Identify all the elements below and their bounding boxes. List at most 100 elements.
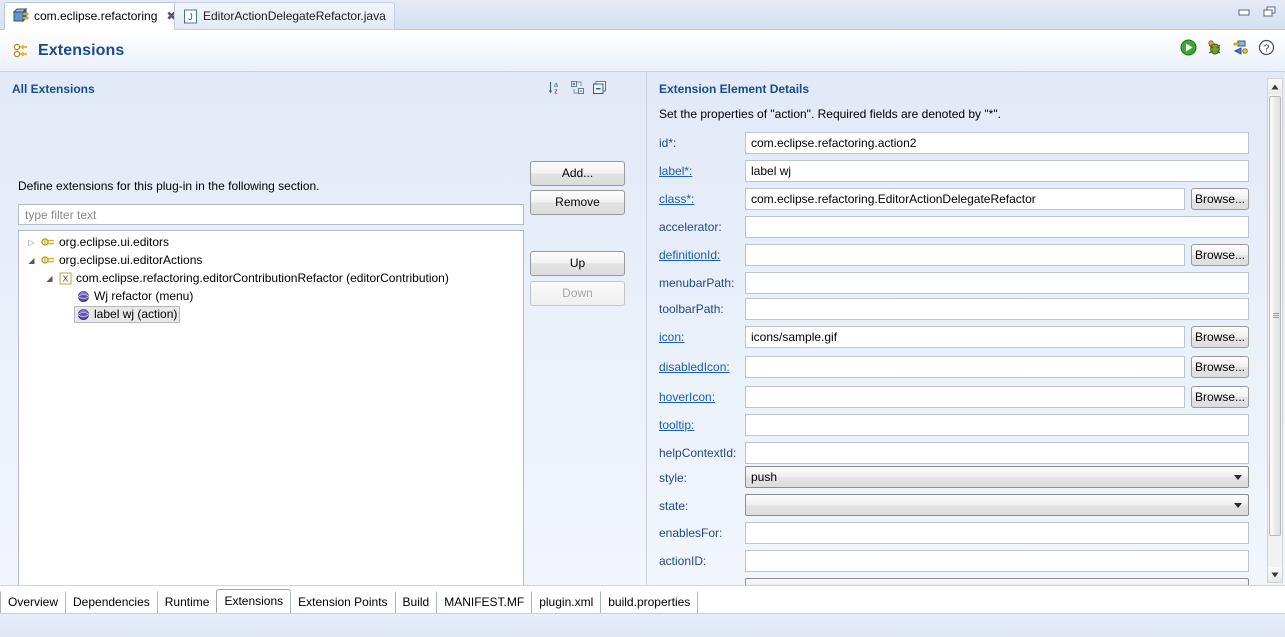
field-label-disabledicon[interactable]: disabledIcon: (659, 360, 730, 374)
scrollbar-grip-icon (1273, 312, 1279, 320)
tab-build-properties[interactable]: build.properties (600, 591, 699, 613)
browse-button-definitionid[interactable]: Browse... (1191, 244, 1249, 266)
field-label-helpcontextid: helpContextId: (659, 446, 737, 460)
extension-element-details-section: Extension Element Details Set the proper… (650, 72, 1285, 592)
editor-tab-plugin[interactable]: com.eclipse.refactoring ✖ (4, 2, 186, 30)
field-label-actionid: actionID: (659, 554, 707, 568)
extensions-tree[interactable]: org.eclipse.ui.editors org.eclipse (18, 230, 524, 637)
editor-tab-label: com.eclipse.refactoring (34, 9, 158, 23)
all-extensions-section: All Extensions a z Define extensions for… (0, 72, 645, 637)
chevron-down-icon[interactable] (25, 256, 38, 265)
scroll-down-icon[interactable] (1268, 567, 1282, 582)
scroll-up-icon[interactable] (1268, 79, 1282, 94)
field-label-menubarpath: menubarPath: (659, 276, 735, 290)
tree-item-wj-refactor-menu[interactable]: Wj refactor (menu) (19, 287, 523, 305)
editor-tab-java-file[interactable]: J EditorActionDelegateRefactor.java (174, 2, 395, 30)
window-controls (1237, 6, 1277, 21)
editor-tab-label: EditorActionDelegateRefactor.java (203, 9, 386, 23)
tab-extension-points[interactable]: Extension Points (290, 591, 396, 613)
chevron-down-icon (1234, 475, 1242, 480)
scrollbar-thumb[interactable] (1269, 96, 1281, 536)
details-vertical-scrollbar[interactable] (1267, 78, 1283, 583)
field-input-icon[interactable]: icons/sample.gif (745, 326, 1185, 348)
up-button[interactable]: Up (530, 251, 625, 276)
field-input-label[interactable]: label wj (745, 160, 1249, 182)
field-combo-style-value: push (751, 470, 778, 484)
minimize-icon[interactable] (1237, 7, 1251, 21)
browse-button-class[interactable]: Browse... (1191, 188, 1249, 210)
svg-text:?: ? (1264, 43, 1270, 54)
field-label-enablesfor: enablesFor: (659, 526, 723, 540)
tree-item-label: org.eclipse.ui.editorActions (59, 253, 203, 267)
down-button: Down (530, 281, 625, 306)
svg-text:J: J (188, 12, 193, 22)
add-button[interactable]: Add... (530, 161, 625, 186)
java-file-icon: J (183, 9, 198, 24)
form-header-toolbar: ? (1180, 39, 1275, 56)
extension-point-icon (41, 236, 55, 248)
pane-divider[interactable] (646, 72, 647, 585)
tree-item-label: label wj (action) (94, 307, 178, 321)
field-input-menubarpath[interactable] (745, 272, 1249, 294)
tab-runtime[interactable]: Runtime (156, 591, 218, 613)
run-icon[interactable] (1180, 39, 1197, 56)
page-title: Extensions (38, 41, 125, 59)
tree-item-org-eclipse-ui-editoractions[interactable]: org.eclipse.ui.editorActions (19, 251, 523, 269)
field-label-definitionid[interactable]: definitionId: (659, 248, 720, 262)
page-tab-bar: Overview Dependencies Runtime Extensions… (0, 585, 1285, 613)
tab-build[interactable]: Build (394, 591, 438, 613)
filter-placeholder: type filter text (25, 207, 97, 222)
status-bar (0, 613, 1285, 637)
filter-input[interactable]: type filter text (18, 204, 524, 225)
field-input-helpcontextid[interactable] (745, 442, 1249, 464)
help-icon[interactable]: ? (1258, 39, 1275, 56)
xml-element-icon: X (59, 272, 72, 285)
chevron-right-icon[interactable] (25, 238, 38, 247)
tab-plugin-xml[interactable]: plugin.xml (531, 591, 602, 613)
field-input-accelerator[interactable] (745, 216, 1249, 238)
remove-button[interactable]: Remove (530, 190, 625, 215)
right-section-title: Extension Element Details (659, 82, 810, 96)
left-section-title: All Extensions (12, 82, 95, 96)
tree-item-editorcontribution[interactable]: X com.eclipse.refactoring.editorContribu… (19, 269, 523, 287)
field-input-disabledicon[interactable] (745, 356, 1185, 378)
tab-manifest-mf[interactable]: MANIFEST.MF (436, 591, 533, 613)
browse-button-disabledicon[interactable]: Browse... (1191, 356, 1249, 378)
tab-dependencies[interactable]: Dependencies (65, 591, 158, 613)
tab-overview[interactable]: Overview (0, 591, 67, 613)
maximize-icon[interactable] (1263, 6, 1277, 21)
tab-extensions[interactable]: Extensions (216, 589, 292, 613)
eclipse-pde-editor: com.eclipse.refactoring ✖ J EditorAction… (0, 0, 1285, 637)
export-plugin-icon[interactable] (1232, 39, 1249, 56)
sort-az-icon[interactable]: a z (548, 80, 563, 96)
field-label-id: id*: (659, 136, 677, 150)
left-section-toolbar: a z (548, 80, 607, 96)
field-label-label[interactable]: label*: (659, 164, 692, 178)
chevron-down-icon[interactable] (43, 274, 56, 283)
browse-button-icon[interactable]: Browse... (1191, 326, 1249, 348)
field-input-hovericon[interactable] (745, 386, 1185, 408)
field-input-id[interactable]: com.eclipse.refactoring.action2 (745, 132, 1249, 154)
form-header: Extensions ? (0, 30, 1285, 72)
field-input-enablesfor[interactable] (745, 522, 1249, 544)
tree-item-org-eclipse-ui-editors[interactable]: org.eclipse.ui.editors (19, 233, 523, 251)
field-label-icon[interactable]: icon: (659, 330, 684, 344)
field-combo-state[interactable] (745, 494, 1249, 516)
extension-point-icon (41, 254, 55, 266)
field-label-hovericon[interactable]: hoverIcon: (659, 390, 715, 404)
field-input-actionid[interactable] (745, 550, 1249, 572)
expand-collapse-icon[interactable] (570, 80, 585, 95)
field-input-tooltip[interactable] (745, 414, 1249, 436)
browse-button-hovericon[interactable]: Browse... (1191, 386, 1249, 408)
chevron-down-icon (1234, 503, 1242, 508)
field-label-tooltip[interactable]: tooltip: (659, 418, 694, 432)
field-label-class[interactable]: class*: (659, 192, 694, 206)
field-input-class[interactable]: com.eclipse.refactoring.EditorActionDele… (745, 188, 1185, 210)
field-input-definitionid[interactable] (745, 244, 1185, 266)
debug-icon[interactable] (1206, 39, 1223, 56)
collapse-all-icon[interactable] (592, 80, 607, 95)
field-input-toolbarpath[interactable] (745, 298, 1249, 320)
field-label-accelerator: accelerator: (659, 220, 722, 234)
field-combo-style[interactable]: push (745, 466, 1249, 488)
tree-item-label-wj-action[interactable]: label wj (action) (19, 305, 523, 323)
